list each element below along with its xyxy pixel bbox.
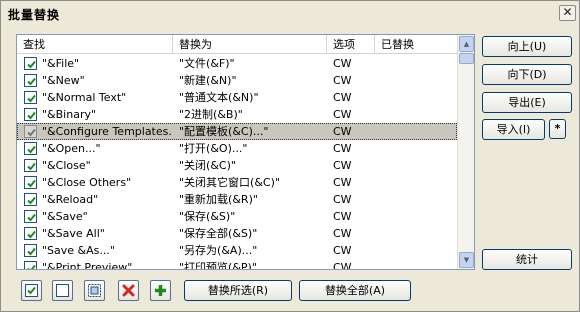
option-cell: CW <box>333 244 352 257</box>
uncheck-all-icon[interactable] <box>52 280 73 301</box>
find-cell: "&Save All" <box>42 227 105 240</box>
row-checkbox[interactable] <box>24 91 37 104</box>
add-icon[interactable] <box>150 280 171 301</box>
option-cell: CW <box>333 227 352 240</box>
invert-selection-icon[interactable] <box>84 280 105 301</box>
find-cell: "&Save" <box>42 210 88 223</box>
scroll-down-icon[interactable]: ▼ <box>459 252 474 268</box>
replace-cell: "打印预览(&P)" <box>179 261 257 270</box>
import-button[interactable]: 导入(I) <box>482 119 545 140</box>
find-cell: "&Open..." <box>42 142 101 155</box>
row-checkbox[interactable] <box>24 193 37 206</box>
row-checkbox[interactable] <box>24 108 37 121</box>
delete-icon[interactable] <box>118 280 139 301</box>
option-cell: CW <box>333 210 352 223</box>
find-cell: "&Binary" <box>42 108 97 121</box>
replace-cell: "另存为(&A)..." <box>179 244 258 257</box>
import-options-button[interactable]: * <box>549 119 566 139</box>
find-cell: "&Normal Text" <box>42 91 127 104</box>
scroll-up-icon[interactable]: ▲ <box>459 36 474 52</box>
table-row[interactable]: "&Reload" "重新加载(&R)" CW <box>17 191 457 208</box>
table-row[interactable]: "&Open..." "打开(&O)..." CW <box>17 140 457 157</box>
find-cell: "&Close" <box>42 159 91 172</box>
option-cell: CW <box>333 108 352 121</box>
find-cell: "&Reload" <box>42 193 99 206</box>
option-cell: CW <box>333 193 352 206</box>
table-row[interactable]: "&Normal Text" "普通文本(&N)" CW <box>17 89 457 106</box>
option-cell: CW <box>333 176 352 189</box>
row-checkbox[interactable] <box>24 57 37 70</box>
row-checkbox[interactable] <box>24 244 37 257</box>
option-cell: CW <box>333 57 352 70</box>
table-row[interactable]: "&Close Others" "关闭其它窗口(&C)" CW <box>17 174 457 191</box>
row-checkbox[interactable] <box>24 142 37 155</box>
row-checkbox[interactable] <box>24 159 37 172</box>
find-cell: "&Configure Templates..." <box>42 125 172 138</box>
table-row[interactable]: "&Binary" "2进制(&B)" CW <box>17 106 457 123</box>
title-bar: 批量替换 ✕ <box>2 2 578 24</box>
replace-cell: "配置模板(&C)..." <box>179 125 269 138</box>
row-checkbox[interactable] <box>24 74 37 87</box>
list-rows: "&File" "文件(&F)" CW "&New" "新建(&N)" CW "&Norma… <box>17 55 457 270</box>
option-cell: CW <box>333 142 352 155</box>
replace-cell: "保存(&S)" <box>179 210 236 223</box>
table-row[interactable]: "&File" "文件(&F)" CW <box>17 55 457 72</box>
dialog-title: 批量替换 <box>8 8 61 22</box>
move-up-button[interactable]: 向上(U) <box>482 36 572 57</box>
batch-replace-dialog: 批量替换 ✕ 查找 替换为 选项 已替换 "&File" "文件(&F)" CW "&… <box>0 0 580 312</box>
table-row[interactable]: "&Close" "关闭(&C)" CW <box>17 157 457 174</box>
row-checkbox[interactable] <box>24 125 37 138</box>
vertical-scrollbar[interactable]: ▲ ▼ <box>457 35 474 269</box>
find-cell: "&Close Others" <box>42 176 132 189</box>
replace-selected-button[interactable]: 替换所选(R) <box>184 280 292 301</box>
option-cell: CW <box>333 74 352 87</box>
table-row[interactable]: "&Print Preview" "打印预览(&P)" CW <box>17 259 457 270</box>
find-cell: "&New" <box>42 74 85 87</box>
replace-cell: "普通文本(&N)" <box>179 91 259 104</box>
table-row[interactable]: "&New" "新建(&N)" CW <box>17 72 457 89</box>
column-header-find[interactable]: 查找 <box>17 35 173 54</box>
option-cell: CW <box>333 159 352 172</box>
replace-cell: "2进制(&B)" <box>179 108 243 121</box>
replace-list[interactable]: 查找 替换为 选项 已替换 "&File" "文件(&F)" CW "&New" "新建… <box>16 34 475 270</box>
row-checkbox[interactable] <box>24 210 37 223</box>
find-cell: "&Print Preview" <box>42 261 133 270</box>
stats-button[interactable]: 统计 <box>482 249 572 270</box>
replace-cell: "重新加载(&R)" <box>179 193 258 206</box>
scroll-thumb[interactable] <box>459 53 474 64</box>
option-cell: CW <box>333 91 352 104</box>
table-row[interactable]: "&Save" "保存(&S)" CW <box>17 208 457 225</box>
replace-cell: "关闭(&C)" <box>179 159 236 172</box>
table-row[interactable]: "Save &As..." "另存为(&A)..." CW <box>17 242 457 259</box>
option-cell: CW <box>333 261 352 270</box>
table-row[interactable]: "&Save All" "保存全部(&S)" CW <box>17 225 457 242</box>
row-checkbox[interactable] <box>24 261 37 269</box>
replace-cell: "新建(&N)" <box>179 74 237 87</box>
column-header-replaced[interactable]: 已替换 <box>375 35 457 54</box>
replace-cell: "关闭其它窗口(&C)" <box>179 176 280 189</box>
find-cell: "Save &As..." <box>42 244 115 257</box>
move-down-button[interactable]: 向下(D) <box>482 64 572 85</box>
list-header: 查找 替换为 选项 已替换 <box>17 35 457 54</box>
export-button[interactable]: 导出(E) <box>482 92 572 113</box>
option-cell: CW <box>333 125 352 138</box>
close-button[interactable]: ✕ <box>559 5 576 21</box>
replace-cell: "保存全部(&S)" <box>179 227 258 240</box>
replace-cell: "文件(&F)" <box>179 57 235 70</box>
column-header-option[interactable]: 选项 <box>327 35 375 54</box>
replace-all-button[interactable]: 替换全部(A) <box>299 280 411 301</box>
column-header-replace[interactable]: 替换为 <box>173 35 327 54</box>
row-checkbox[interactable] <box>24 227 37 240</box>
find-cell: "&File" <box>42 57 80 70</box>
table-row[interactable]: "&Configure Templates..." "配置模板(&C)..." CW <box>17 123 457 140</box>
replace-cell: "打开(&O)..." <box>179 142 248 155</box>
row-checkbox[interactable] <box>24 176 37 189</box>
check-all-icon[interactable] <box>21 280 42 301</box>
